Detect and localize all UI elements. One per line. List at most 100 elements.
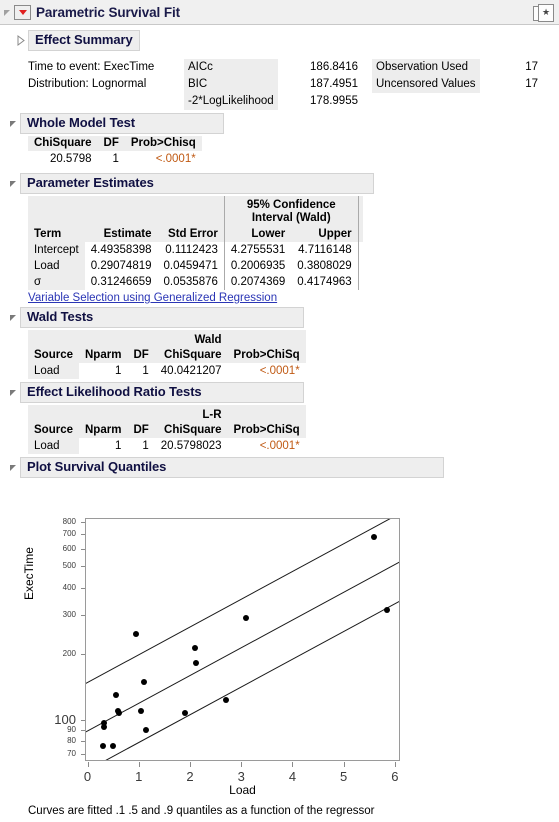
chart-data-point[interactable] — [193, 659, 200, 666]
col-chisquare: ChiSquare — [28, 136, 98, 151]
chart-y-tick-mark — [81, 741, 85, 743]
wald-group-header: Wald — [154, 330, 228, 348]
col-df: DF — [127, 423, 155, 438]
table-row: Load 0.29074819 0.0459471 0.2006935 0.38… — [28, 258, 363, 274]
triangle-down-icon[interactable] — [6, 461, 20, 475]
effect-summary-label: Effect Summary — [28, 30, 140, 51]
cell-estimate: 0.29074819 — [90, 259, 152, 272]
chart-y-tick-label: 300 — [62, 610, 76, 620]
cell-df: 1 — [142, 364, 149, 377]
col-prob-chisq: Prob>ChiSq — [227, 348, 306, 363]
chart-data-point[interactable] — [116, 709, 123, 716]
cell-spacer — [357, 242, 363, 258]
section-parameter-estimates[interactable]: Parameter Estimates — [6, 173, 559, 194]
chart-y-tick-mark — [81, 566, 85, 568]
window-title: Parametric Survival Fit — [36, 4, 181, 20]
table-header-row: Source Nparm DF ChiSquare Prob>ChiSq — [28, 423, 306, 438]
triangle-right-icon — [17, 35, 25, 46]
spacer-source — [28, 330, 79, 348]
lr-group-header: L-R — [154, 405, 228, 423]
col-prob-chisq: Prob>ChiSq — [227, 423, 306, 438]
fit-statistics-values: 186.8416 187.4951 178.9955 — [296, 59, 358, 110]
chart-y-tick-label: 500 — [62, 561, 76, 571]
table-header-row: ChiSquare DF Prob>Chisq — [28, 136, 202, 151]
red-triangle-menu-icon[interactable] — [14, 4, 31, 20]
chevron-right-icon[interactable] — [14, 34, 28, 48]
loglikelihood-label: -2*LogLikelihood — [184, 93, 278, 110]
observation-counts-values: 17 17 — [486, 59, 538, 93]
spacer-source — [28, 405, 79, 423]
col-nparm: Nparm — [79, 423, 128, 438]
bic-value: 187.4951 — [310, 78, 358, 90]
spacer-term — [28, 196, 85, 227]
triangle-down-icon[interactable] — [6, 386, 20, 400]
spacer-estimate — [84, 196, 158, 227]
chart-y-tick-mark — [81, 548, 85, 550]
cell-chisquare: 20.5798023 — [160, 439, 222, 452]
cell-prob: <.0001* — [259, 439, 300, 452]
chart-x-tick-mark — [292, 762, 294, 767]
wald-tests-title: Wald Tests — [20, 307, 304, 328]
section-effect-likelihood-ratio-tests[interactable]: Effect Likelihood Ratio Tests — [6, 382, 559, 403]
observation-used-value: 17 — [525, 61, 538, 73]
chart-plot-frame — [85, 518, 400, 761]
fit-summary-block: Time to event: ExecTime Distribution: Lo… — [6, 59, 559, 111]
spacer-df — [127, 330, 155, 348]
table-group-header-row: 95% Confidence Interval (Wald) — [28, 196, 363, 227]
spacer-right — [357, 196, 363, 227]
col-std-error: Std Error — [157, 227, 225, 242]
chart-y-tick-mark — [81, 653, 85, 655]
chart-data-point[interactable] — [384, 606, 391, 613]
spacer-nparm — [79, 330, 128, 348]
chart-y-tick-label: 400 — [62, 582, 76, 592]
uncensored-values-label: Uncensored Values — [372, 76, 480, 93]
col-source: Source — [28, 423, 79, 438]
triangle-down-icon[interactable] — [6, 117, 20, 131]
spacer-stderror — [157, 196, 225, 227]
aicc-label: AICc — [184, 59, 278, 76]
chart-y-tick-mark — [81, 615, 85, 617]
chart-data-point[interactable] — [222, 697, 229, 704]
triangle-down-icon[interactable] — [6, 311, 20, 325]
table-row: Intercept 4.49358398 0.1112423 4.2755531… — [28, 242, 363, 258]
section-plot-survival-quantiles[interactable]: Plot Survival Quantiles — [6, 457, 559, 478]
col-estimate: Estimate — [84, 227, 158, 242]
table-group-header-row: Wald — [28, 330, 306, 348]
chart-y-tick-label: 200 — [62, 648, 76, 658]
chart-data-point[interactable] — [112, 691, 119, 698]
cell-estimate: 4.49358398 — [90, 243, 152, 256]
chart-y-tick-label: 700 — [62, 529, 76, 539]
table-row: 20.5798 1 <.0001* — [28, 151, 202, 167]
cell-prob: <.0001* — [155, 152, 196, 165]
chart-x-axis-label: Load — [229, 783, 256, 797]
triangle-down-icon[interactable] — [6, 177, 20, 191]
spacer-df — [127, 405, 155, 423]
chart-footnote: Curves are fitted .1 .5 and .9 quantiles… — [28, 805, 375, 817]
cell-prob: <.0001* — [259, 364, 300, 377]
time-to-event-text: Time to event: ExecTime — [28, 61, 155, 73]
cell-spacer — [357, 258, 363, 274]
outline-disclosure-icon[interactable] — [0, 0, 14, 24]
uncensored-values-value: 17 — [525, 78, 538, 90]
window-restore-icon[interactable]: ★ — [533, 3, 554, 22]
chart-y-tick-mark — [81, 753, 85, 755]
chart-x-tick-mark — [190, 762, 191, 767]
variable-selection-link[interactable]: Variable Selection using Generalized Reg… — [28, 292, 277, 304]
chart-x-tick-label: 1 — [135, 769, 143, 784]
cell-nparm: 1 — [115, 364, 122, 377]
col-prob-chisq: Prob>Chisq — [124, 136, 202, 151]
bic-label: BIC — [184, 76, 278, 93]
col-lower: Lower — [223, 227, 292, 242]
spacer-right2 — [357, 227, 363, 242]
section-whole-model-test[interactable]: Whole Model Test — [6, 113, 559, 134]
model-info-column: Time to event: ExecTime Distribution: Lo… — [28, 59, 154, 93]
fit-statistics-names: AICc BIC -2*LogLikelihood — [184, 59, 278, 110]
table-row: σ 0.31246659 0.0535876 0.2074369 0.41749… — [28, 274, 363, 290]
section-effect-summary[interactable]: Effect Summary — [14, 30, 559, 51]
col-chisquare: ChiSquare — [154, 348, 228, 363]
cell-nparm: 1 — [115, 439, 122, 452]
table-row: Load 1 1 20.5798023 <.0001* — [28, 438, 306, 454]
section-wald-tests[interactable]: Wald Tests — [6, 307, 559, 328]
chart-data-point[interactable] — [99, 743, 106, 750]
chart-y-tick-mark — [81, 729, 85, 731]
